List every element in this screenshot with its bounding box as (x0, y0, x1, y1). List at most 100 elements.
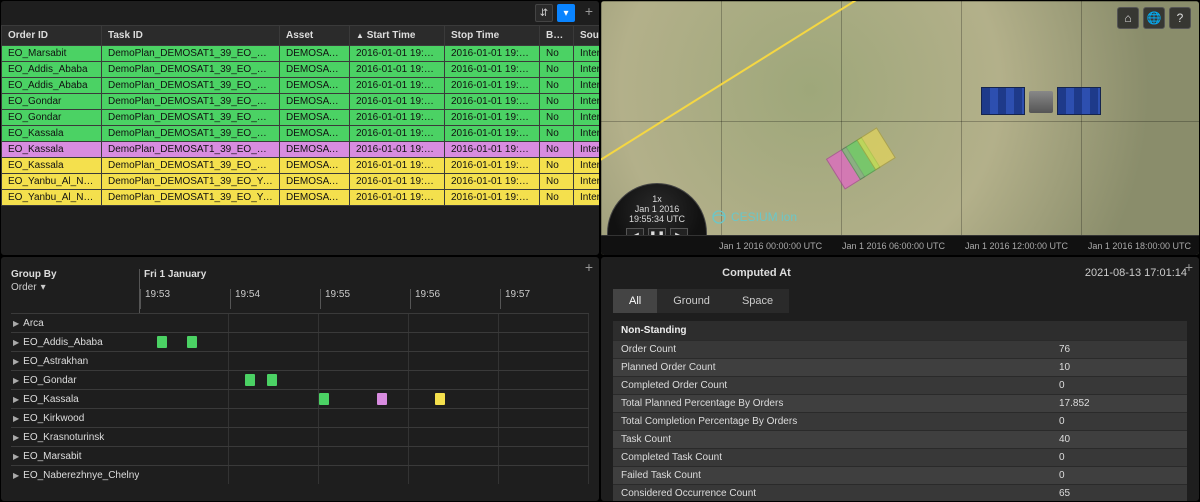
table-cell: 2016-01-01 19:55:34 (350, 142, 445, 158)
table-row[interactable]: EO_GondarDemoPlan_DEMOSAT1_39_EO_Gondar_… (2, 94, 601, 110)
table-cell: 2016-01-01 19:56:13 (350, 158, 445, 174)
table-cell: No (540, 158, 574, 174)
computed-at-value: 2021-08-13 17:01:14 (900, 267, 1187, 279)
gantt-row[interactable]: ▶EO_Astrakhan (11, 351, 589, 370)
metric-row: Total Planned Percentage By Orders17.852 (613, 394, 1187, 412)
gantt-bar[interactable] (187, 336, 197, 348)
column-header[interactable]: Order ID (2, 26, 102, 46)
gantt-row[interactable]: ▶EO_Naberezhnye_Chelny (11, 465, 589, 484)
table-row[interactable]: EO_Addis_AbabaDemoPlan_DEMOSAT1_39_EO_Ad… (2, 78, 601, 94)
expand-triangle-icon[interactable]: ▶ (13, 471, 19, 480)
gantt-row[interactable]: ▶EO_Kirkwood (11, 408, 589, 427)
table-cell: No (540, 94, 574, 110)
filter-button[interactable]: ▾ (557, 4, 575, 22)
column-header[interactable]: Stop Time (445, 26, 540, 46)
table-cell: DemoPlan_DEMOSAT1_39_EO_Addis_Abab (102, 78, 280, 94)
table-cell: DemoPlan_DEMOSAT1_39_EO_Addis_Abab (102, 62, 280, 78)
column-header[interactable]: Bonus (540, 26, 574, 46)
satellite-model (981, 87, 1101, 117)
expand-icon[interactable]: + (585, 3, 593, 19)
help-icon[interactable]: ? (1169, 7, 1191, 29)
gantt-lane (139, 314, 589, 332)
expand-triangle-icon[interactable]: ▶ (13, 433, 19, 442)
metrics-tabs: AllGroundSpace (613, 289, 1187, 313)
timeline-tick: Jan 1 2016 06:00:00 UTC (842, 241, 945, 251)
table-cell: Internal Plan (574, 190, 601, 206)
column-header[interactable]: Task ID (102, 26, 280, 46)
expand-triangle-icon[interactable]: ▶ (13, 338, 19, 347)
table-row[interactable]: EO_KassalaDemoPlan_DEMOSAT1_39_EO_Kassal… (2, 158, 601, 174)
expand-triangle-icon[interactable]: ▶ (13, 357, 19, 366)
tab-ground[interactable]: Ground (657, 289, 726, 313)
table-cell: EO_Kassala (2, 142, 102, 158)
table-row[interactable]: EO_GondarDemoPlan_DEMOSAT1_39_EO_Gondar_… (2, 110, 601, 126)
gantt-bar[interactable] (157, 336, 167, 348)
table-cell: EO_Addis_Ababa (2, 62, 102, 78)
gantt-bar[interactable] (435, 393, 445, 405)
group-by-selector[interactable]: Order ▾ (11, 282, 139, 293)
expand-triangle-icon[interactable]: ▶ (13, 319, 19, 328)
gantt-bar[interactable] (245, 374, 255, 386)
globe-viewer[interactable]: ⌂ 🌐 ? CESIUM ion 1x Jan 1 2016 19:55:34 … (601, 1, 1199, 255)
table-cell: EO_Kassala (2, 126, 102, 142)
column-header[interactable]: Source (574, 26, 601, 46)
table-cell: EO_Marsabit (2, 46, 102, 62)
metric-row: Completed Order Count0 (613, 376, 1187, 394)
gantt-date: Fri 1 January (144, 269, 206, 280)
table-row[interactable]: EO_Yanbu_Al_NakhalDemoPlan_DEMOSAT1_39_E… (2, 174, 601, 190)
metric-key: Total Completion Percentage By Orders (621, 416, 1059, 427)
metric-value: 0 (1059, 416, 1179, 427)
tab-space[interactable]: Space (726, 289, 789, 313)
expand-triangle-icon[interactable]: ▶ (13, 414, 19, 423)
table-cell: DEMOSAT1-DE (280, 110, 350, 126)
table-cell: 2016-01-01 19:54:54 (350, 126, 445, 142)
table-cell: 2016-01-01 19:54:26 (445, 110, 540, 126)
column-header[interactable]: ▲ Start Time (350, 26, 445, 46)
gantt-row[interactable]: ▶EO_Krasnoturinsk (11, 427, 589, 446)
table-row[interactable]: EO_KassalaDemoPlan_DEMOSAT1_39_EO_Kassal… (2, 126, 601, 142)
table-cell: DemoPlan_DEMOSAT1_39_EO_Gondar_PAN (102, 94, 280, 110)
table-row[interactable]: EO_MarsabitDemoPlan_DEMOSAT1_39_EO_Marsa… (2, 46, 601, 62)
home-icon[interactable]: ⌂ (1117, 7, 1139, 29)
table-cell: DemoPlan_DEMOSAT1_39_EO_Kassala_PA (102, 142, 280, 158)
table-cell: 2016-01-01 19:52:25 (350, 46, 445, 62)
expand-triangle-icon[interactable]: ▶ (13, 376, 19, 385)
expand-triangle-icon[interactable]: ▶ (13, 395, 19, 404)
gantt-lane (139, 409, 589, 427)
table-cell: Internal Plan (574, 158, 601, 174)
gantt-row-label: ▶EO_Kassala (11, 394, 139, 405)
gantt-row[interactable]: ▶EO_Kassala (11, 389, 589, 408)
timeline-tick: Jan 1 2016 00:00:00 UTC (719, 241, 822, 251)
gantt-lane (139, 390, 589, 408)
table-row[interactable]: EO_Addis_AbabaDemoPlan_DEMOSAT1_39_EO_Ad… (2, 62, 601, 78)
gantt-tick: 19:57 (500, 289, 590, 309)
column-header[interactable]: Asset (280, 26, 350, 46)
table-row[interactable]: EO_Yanbu_Al_NakhalDemoPlan_DEMOSAT1_39_E… (2, 190, 601, 206)
table-cell: No (540, 126, 574, 142)
table-cell: DEMOSAT1-DE (280, 190, 350, 206)
globe-icon[interactable]: 🌐 (1143, 7, 1165, 29)
metric-value: 0 (1059, 380, 1179, 391)
viewer-timeline[interactable]: Jan 1 2016 00:00:00 UTC Jan 1 2016 06:00:… (601, 235, 1199, 255)
gantt-row[interactable]: ▶Arca (11, 313, 589, 332)
metric-key: Task Count (621, 434, 1059, 445)
cesium-logo: CESIUM ion (711, 209, 797, 225)
gantt-row[interactable]: ▶EO_Gondar (11, 370, 589, 389)
gantt-row-label: ▶Arca (11, 318, 139, 329)
collapse-button[interactable]: ⇵ (535, 4, 553, 22)
tab-all[interactable]: All (613, 289, 657, 313)
gantt-row[interactable]: ▶EO_Addis_Ababa (11, 332, 589, 351)
table-cell: DEMOSAT1-DE (280, 78, 350, 94)
computed-at-label: Computed At (613, 267, 900, 279)
gantt-bar[interactable] (319, 393, 329, 405)
table-cell: No (540, 110, 574, 126)
metric-value: 10 (1059, 362, 1179, 373)
table-cell: Internal Plan (574, 142, 601, 158)
metric-row: Considered Occurrence Count65 (613, 484, 1187, 502)
gantt-row[interactable]: ▶EO_Marsabit (11, 446, 589, 465)
table-cell: DemoPlan_DEMOSAT1_39_EO_Marsabit_PA (102, 46, 280, 62)
gantt-bar[interactable] (267, 374, 277, 386)
table-row[interactable]: EO_KassalaDemoPlan_DEMOSAT1_39_EO_Kassal… (2, 142, 601, 158)
expand-triangle-icon[interactable]: ▶ (13, 452, 19, 461)
gantt-bar[interactable] (377, 393, 387, 405)
